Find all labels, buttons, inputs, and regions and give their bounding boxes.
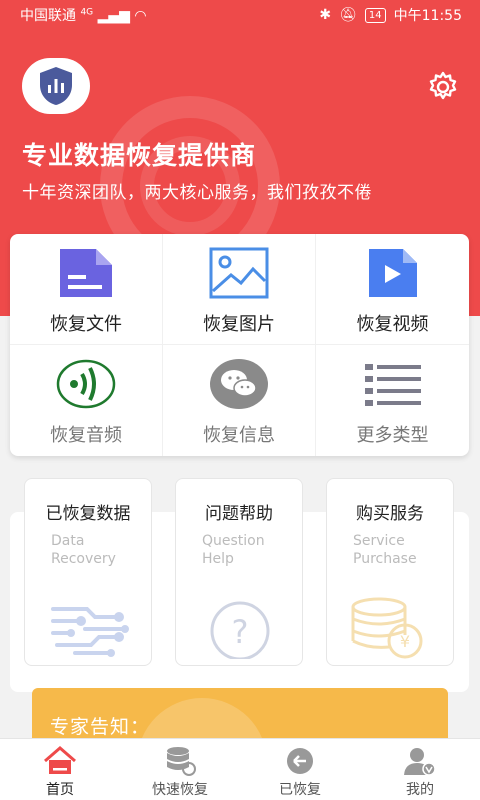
data-recovery-title: 已恢复数据	[45, 504, 131, 524]
expert-label: 专家告知：	[50, 716, 151, 738]
service-purchase-en-2: Purchase	[353, 551, 417, 567]
user-icon	[402, 745, 438, 777]
nav-home[interactable]: 首页	[0, 739, 120, 800]
page-title: 专业数据恢复提供商	[22, 141, 257, 170]
nav-mine-label: 我的	[406, 782, 434, 798]
recover-video-button[interactable]: 恢复视频	[316, 234, 469, 345]
recover-message-button[interactable]: 恢复信息	[163, 345, 316, 456]
circuit-icon	[51, 607, 129, 657]
recover-audio-button[interactable]: 恢复音频	[10, 345, 163, 456]
settings-button[interactable]	[426, 70, 460, 104]
home-icon	[42, 745, 78, 777]
carrier-label: 中国联通	[20, 8, 76, 24]
data-recovery-en-1: Data	[51, 533, 85, 549]
nav-recovered-label: 已恢复	[279, 782, 321, 798]
recover-type-card: 恢复文件 恢复图片 恢复视频 恢复音频 恢复信息 更多类型	[10, 234, 469, 456]
more-types-button[interactable]: 更多类型	[316, 345, 469, 456]
status-left: 中国联通 4G ▂▄▆ ◠	[20, 5, 147, 25]
undo-icon	[282, 745, 318, 777]
database-icon	[162, 745, 198, 777]
page-subtitle: 十年资深团队，两大核心服务，我们孜孜不倦	[22, 183, 372, 203]
network-label: 4G	[80, 7, 94, 18]
nav-home-label: 首页	[46, 782, 74, 798]
status-right: ✱ 🔕︎ 14 中午11:55	[319, 5, 462, 25]
recover-file-button[interactable]: 恢复文件	[10, 234, 163, 345]
svg-text:?: ?	[232, 613, 249, 651]
signal-icon: ▂▄▆	[97, 8, 130, 24]
wechat-icon	[209, 355, 269, 413]
audio-icon	[56, 355, 116, 413]
status-bar: 中国联通 4G ▂▄▆ ◠ ✱ 🔕︎ 14 中午11:55	[0, 0, 480, 28]
battery-indicator: 14	[364, 7, 386, 23]
service-purchase-en-1: Service	[353, 533, 405, 549]
service-purchase-title: 购买服务	[356, 504, 424, 524]
recover-image-label: 恢复图片	[203, 314, 275, 335]
more-types-label: 更多类型	[356, 425, 429, 446]
recover-file-label: 恢复文件	[50, 314, 122, 335]
wifi-icon: ◠	[134, 8, 147, 24]
nav-mine[interactable]: 我的	[360, 739, 480, 800]
nav-quick-recover[interactable]: 快速恢复	[120, 739, 240, 800]
image-icon	[209, 244, 269, 302]
recover-video-label: 恢复视频	[356, 314, 429, 335]
question-help-en-2: Help	[202, 551, 234, 567]
question-help-en-1: Question	[202, 533, 265, 549]
list-icon	[363, 355, 423, 413]
svg-text:¥: ¥	[400, 632, 410, 651]
recover-message-label: 恢复信息	[203, 425, 275, 446]
help-question-icon: ?	[210, 601, 270, 659]
data-recovery-card[interactable]: 已恢复数据 Data Recovery	[24, 478, 152, 666]
clock: 中午11:55	[393, 8, 462, 24]
shield-chart-icon	[40, 67, 72, 105]
service-purchase-card[interactable]: 购买服务 Service Purchase ¥	[326, 478, 454, 666]
nav-quick-recover-label: 快速恢复	[152, 782, 208, 798]
recover-image-button[interactable]: 恢复图片	[163, 234, 316, 345]
recover-audio-label: 恢复音频	[50, 425, 122, 446]
bluetooth-icon: ✱	[319, 7, 332, 23]
app-logo	[22, 58, 90, 114]
file-icon	[56, 244, 116, 302]
question-help-title: 问题帮助	[205, 504, 273, 524]
bottom-nav: 首页 快速恢复 已恢复 我的	[0, 738, 480, 800]
video-icon	[363, 244, 423, 302]
coins-icon: ¥	[351, 597, 423, 659]
gear-icon	[429, 71, 457, 100]
mute-icon: 🔕︎	[339, 7, 357, 23]
nav-recovered[interactable]: 已恢复	[240, 739, 360, 800]
data-recovery-en-2: Recovery	[51, 551, 116, 567]
question-help-card[interactable]: 问题帮助 Question Help ?	[175, 478, 303, 666]
